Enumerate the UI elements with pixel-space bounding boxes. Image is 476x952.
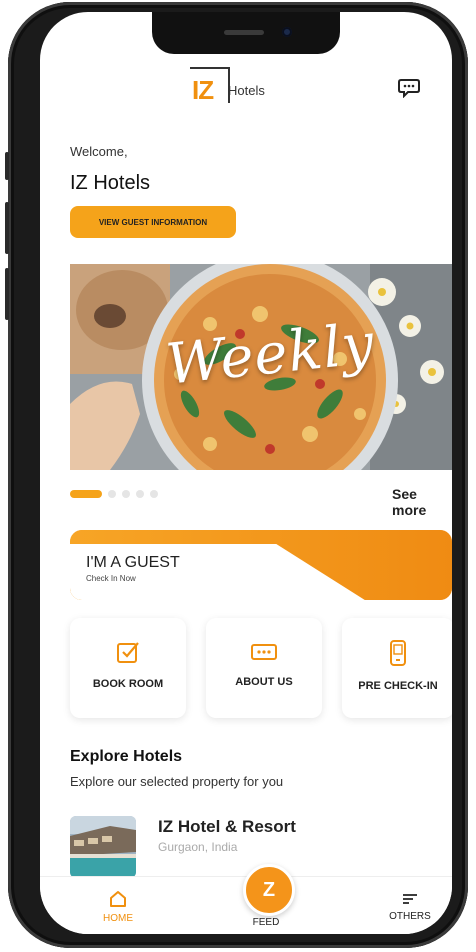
chat-bubble-icon[interactable] <box>398 78 420 98</box>
nav-home-label: HOME <box>103 913 133 924</box>
about-us-tile[interactable]: ABOUT US <box>206 618 322 718</box>
notch <box>152 12 340 54</box>
side-button-volume-up <box>5 202 9 254</box>
guest-card-subtitle: Check In Now <box>86 574 136 583</box>
guest-card-title: I'M A GUEST <box>86 554 180 571</box>
nav-home[interactable]: HOME <box>68 877 168 934</box>
see-more-link[interactable]: See more <box>392 486 452 518</box>
carousel-dot[interactable] <box>150 490 158 498</box>
explore-hotels-title: Explore Hotels <box>70 748 183 765</box>
phone-icon <box>390 640 406 666</box>
phone-frame: IZ Hotels Welcome, IZ Hotels VIEW GUEST … <box>5 2 468 948</box>
menu-icon <box>403 894 417 904</box>
about-us-label: ABOUT US <box>235 676 293 688</box>
feed-fab-button[interactable]: Z <box>243 864 295 916</box>
card-icon <box>251 644 277 660</box>
welcome-greeting: Welcome, <box>70 144 128 159</box>
pre-check-in-label: PRE CHECK-IN <box>358 680 438 692</box>
speaker <box>224 30 264 35</box>
nav-others[interactable]: OTHERS <box>360 877 452 934</box>
hotel-photo <box>70 816 136 878</box>
nav-others-label: OTHERS <box>389 911 431 922</box>
nav-feed-label: FEED <box>252 917 280 928</box>
hotel-name[interactable]: IZ Hotel & Resort <box>158 817 296 837</box>
checkbox-icon <box>117 642 139 663</box>
carousel-dot[interactable] <box>108 490 116 498</box>
explore-hotels-subtitle: Explore our selected property for you <box>70 774 284 789</box>
side-button-volume-down <box>5 268 9 320</box>
promo-banner[interactable]: Weekly <box>70 264 452 470</box>
book-room-label: BOOK ROOM <box>92 678 164 690</box>
front-camera <box>282 27 292 37</box>
app-screen: IZ Hotels Welcome, IZ Hotels VIEW GUEST … <box>40 12 452 934</box>
home-icon <box>110 891 126 907</box>
book-room-tile[interactable]: BOOK ROOM <box>70 618 186 718</box>
logo-mark: IZ <box>190 67 232 105</box>
carousel-dot[interactable] <box>122 490 130 498</box>
carousel-dot-active[interactable] <box>70 490 102 498</box>
view-guest-information-button[interactable]: VIEW GUEST INFORMATION <box>70 206 236 238</box>
brand-logo: IZ Hotels <box>190 66 265 106</box>
carousel-dot[interactable] <box>136 490 144 498</box>
hotel-thumbnail[interactable] <box>70 816 136 878</box>
hotel-location: Gurgaon, India <box>158 840 238 854</box>
welcome-hotel-name: IZ Hotels <box>70 172 151 194</box>
logo-mark-text: IZ <box>192 75 214 105</box>
pre-check-in-tile[interactable]: PRE CHECK-IN <box>342 618 452 718</box>
im-a-guest-card[interactable]: I'M A GUEST Check In Now <box>70 530 452 600</box>
side-button-silent <box>5 152 9 180</box>
carousel-indicator[interactable] <box>70 490 158 498</box>
logo-text: Hotels <box>228 82 265 98</box>
